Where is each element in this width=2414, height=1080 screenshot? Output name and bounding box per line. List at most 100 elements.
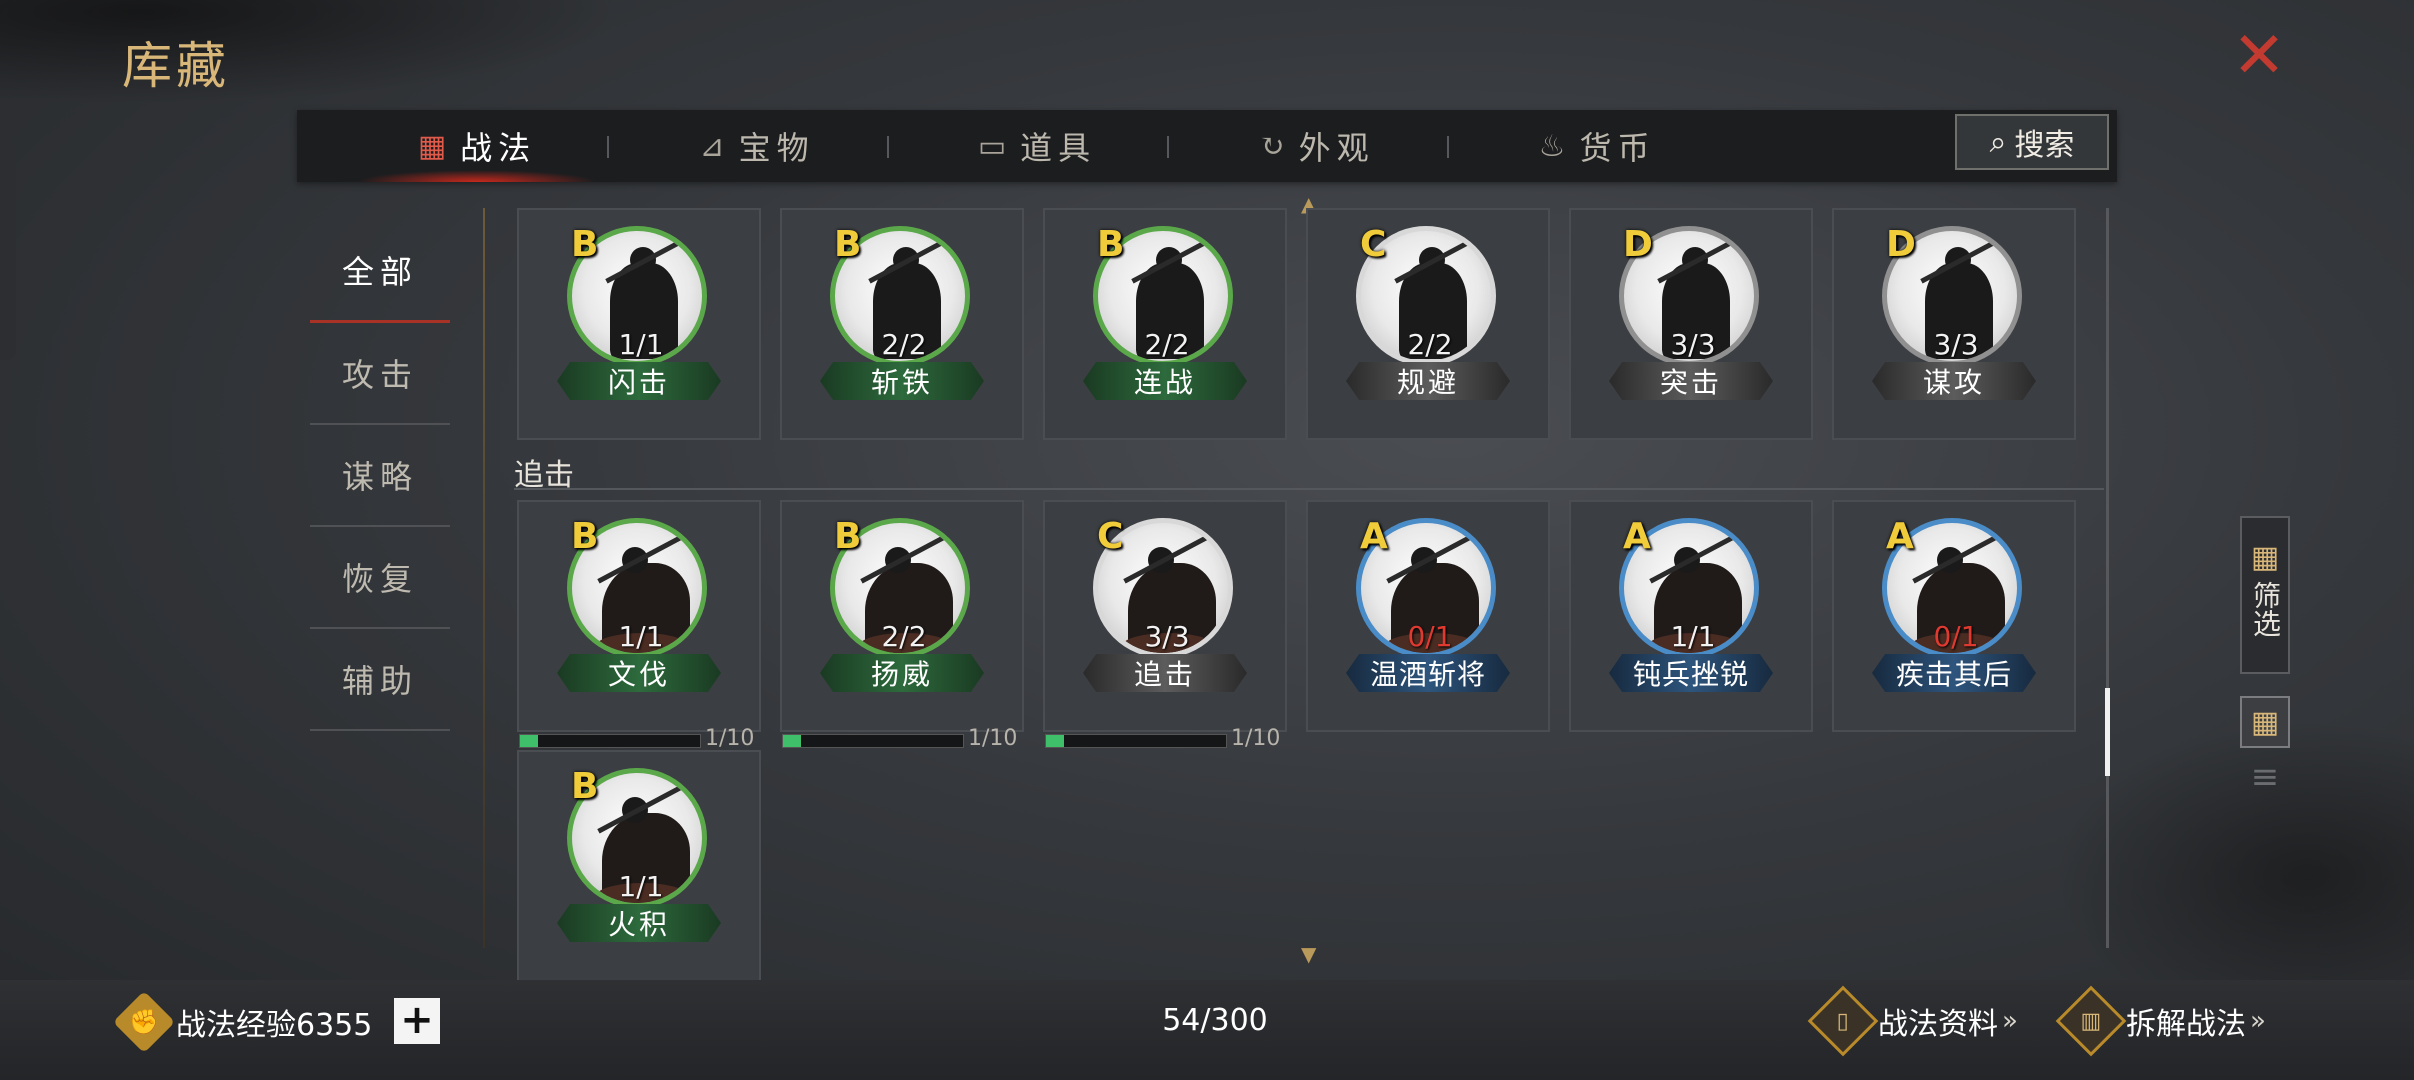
tactic-name: 温酒斩将	[1346, 654, 1510, 692]
content-divider	[483, 208, 485, 948]
tactic-name: 谋攻	[1872, 362, 2036, 400]
side-item-strategy[interactable]: 谋略	[310, 425, 450, 527]
owned-count: 3/3	[1144, 620, 1190, 653]
owned-count: 1/1	[1670, 620, 1716, 653]
tab-tactics[interactable]: ▦ 战法	[357, 110, 597, 182]
grade-badge: B	[834, 224, 862, 265]
grade-badge: A	[1886, 516, 1914, 557]
tactic-card[interactable]: B 2/2 扬威	[780, 500, 1024, 732]
side-item-label: 辅助	[341, 662, 418, 700]
progress-track	[1045, 734, 1227, 748]
tactic-card[interactable]: B 1/1 闪击	[517, 208, 761, 440]
chevron-right-icon: »	[2250, 1006, 2266, 1036]
tactic-name: 扬威	[820, 654, 984, 692]
tactic-card[interactable]: B 1/1 文伐	[517, 500, 761, 732]
search-button[interactable]: ⌕ 搜索	[1955, 114, 2109, 170]
grade-badge: C	[1097, 516, 1124, 557]
search-label: 搜索	[2014, 128, 2075, 163]
tactic-card[interactable]: D 3/3 突击	[1569, 208, 1813, 440]
side-item-label: 全部	[341, 253, 418, 291]
list-view-toggle[interactable]: ≡	[2240, 756, 2290, 798]
tactic-card[interactable]: A 1/1 钝兵挫锐	[1569, 500, 1813, 732]
tactic-card[interactable]: B 2/2 斩铁	[780, 208, 1024, 440]
tactic-name: 闪击	[557, 362, 721, 400]
grade-badge: D	[1623, 224, 1653, 265]
owned-count: 0/1	[1933, 620, 1979, 653]
page-title: 库藏	[122, 37, 230, 95]
tactic-name: 疾击其后	[1872, 654, 2036, 692]
search-icon: ⌕	[1989, 124, 2007, 160]
owned-count: 2/2	[881, 620, 927, 653]
scroll-down-arrow-icon: ▼	[1301, 942, 1317, 966]
ink-branch-decoration	[0, 0, 700, 120]
category-tab-bar: ▦ 战法 ⊿ 宝物 ▭ 道具 ↻ 外观 ♨ 货币	[297, 110, 2117, 182]
owned-count: 3/3	[1933, 328, 1979, 361]
tab-currency[interactable]: ♨ 货币	[1477, 110, 1717, 182]
tactic-name: 文伐	[557, 654, 721, 692]
tactic-card[interactable]: D 3/3 谋攻	[1832, 208, 2076, 440]
progress-label: 1/10	[705, 726, 755, 751]
tactic-name: 连战	[1083, 362, 1247, 400]
grade-badge: B	[571, 224, 599, 265]
tactic-card[interactable]: C 3/3 追击	[1043, 500, 1287, 732]
tactic-card[interactable]: B 2/2 连战	[1043, 208, 1287, 440]
owned-count: 2/2	[1144, 328, 1190, 361]
disassemble-tactic-link[interactable]: ▥ 拆解战法 »	[2055, 985, 2266, 1057]
link-label: 拆解战法	[2126, 1007, 2246, 1042]
side-item-support[interactable]: 辅助	[310, 629, 450, 731]
tactic-card[interactable]: B 1/1 火积	[517, 750, 761, 982]
tab-divider	[1447, 136, 1449, 158]
close-icon[interactable]: ✕	[2228, 24, 2290, 88]
progress-fill	[520, 735, 538, 747]
grid-view-toggle[interactable]: ▦	[2240, 696, 2290, 748]
disassemble-icon: ▥	[2055, 985, 2127, 1057]
tab-label: 外观	[1298, 129, 1375, 167]
progress-fill	[1046, 735, 1064, 747]
tab-items[interactable]: ▭ 道具	[917, 110, 1157, 182]
scroll-bundle-icon: ▦	[417, 128, 453, 164]
list-view-icon: ≡	[2250, 757, 2280, 797]
upgrade-progress: 1/10	[1043, 726, 1287, 751]
owned-count: 1/1	[618, 620, 664, 653]
exp-label: 战法经验6355	[176, 1008, 373, 1043]
tab-divider	[1167, 136, 1169, 158]
owned-count: 1/1	[618, 870, 664, 903]
side-item-all[interactable]: 全部	[310, 220, 450, 323]
tab-label: 宝物	[738, 129, 815, 167]
filter-button[interactable]: ▦ 筛选	[2240, 516, 2290, 674]
side-item-attack[interactable]: 攻击	[310, 323, 450, 425]
chevron-right-icon: »	[2002, 1006, 2018, 1036]
crossbow-icon: ⊿	[699, 128, 731, 164]
add-exp-button[interactable]: +	[394, 998, 440, 1044]
tab-label: 货币	[1579, 129, 1656, 167]
scroll-info-icon: ▯	[1807, 985, 1879, 1057]
scrollbar-thumb[interactable]	[2105, 688, 2110, 776]
owned-count: 2/2	[881, 328, 927, 361]
upgrade-progress: 1/10	[517, 726, 761, 751]
tactic-name: 突击	[1609, 362, 1773, 400]
section-divider	[514, 488, 2104, 490]
grade-badge: B	[1097, 224, 1125, 265]
swirl-icon: ↻	[1259, 128, 1291, 164]
owned-count: 1/1	[618, 328, 664, 361]
tactic-name: 规避	[1346, 362, 1510, 400]
progress-label: 1/10	[968, 726, 1018, 751]
owned-count: 3/3	[1670, 328, 1716, 361]
coin-bag-icon: ♨	[1538, 128, 1572, 164]
side-item-recovery[interactable]: 恢复	[310, 527, 450, 629]
tactic-card[interactable]: C 2/2 规避	[1306, 208, 1550, 440]
grade-badge: B	[571, 516, 599, 557]
tactic-card[interactable]: A 0/1 疾击其后	[1832, 500, 2076, 732]
progress-fill	[783, 735, 801, 747]
tactic-card[interactable]: A 0/1 温酒斩将	[1306, 500, 1550, 732]
side-drawer-handle[interactable]	[0, 140, 16, 360]
tab-treasure[interactable]: ⊿ 宝物	[637, 110, 877, 182]
scrollbar-track[interactable]	[2106, 208, 2109, 948]
progress-track	[519, 734, 701, 748]
tab-appearance[interactable]: ↻ 外观	[1197, 110, 1437, 182]
grade-badge: A	[1623, 516, 1651, 557]
tactic-info-link[interactable]: ▯ 战法资料 »	[1807, 985, 2018, 1057]
side-filter-nav: 全部 攻击 谋略 恢复 辅助	[310, 220, 450, 731]
owned-count: 0/1	[1407, 620, 1453, 653]
grade-badge: A	[1360, 516, 1388, 557]
